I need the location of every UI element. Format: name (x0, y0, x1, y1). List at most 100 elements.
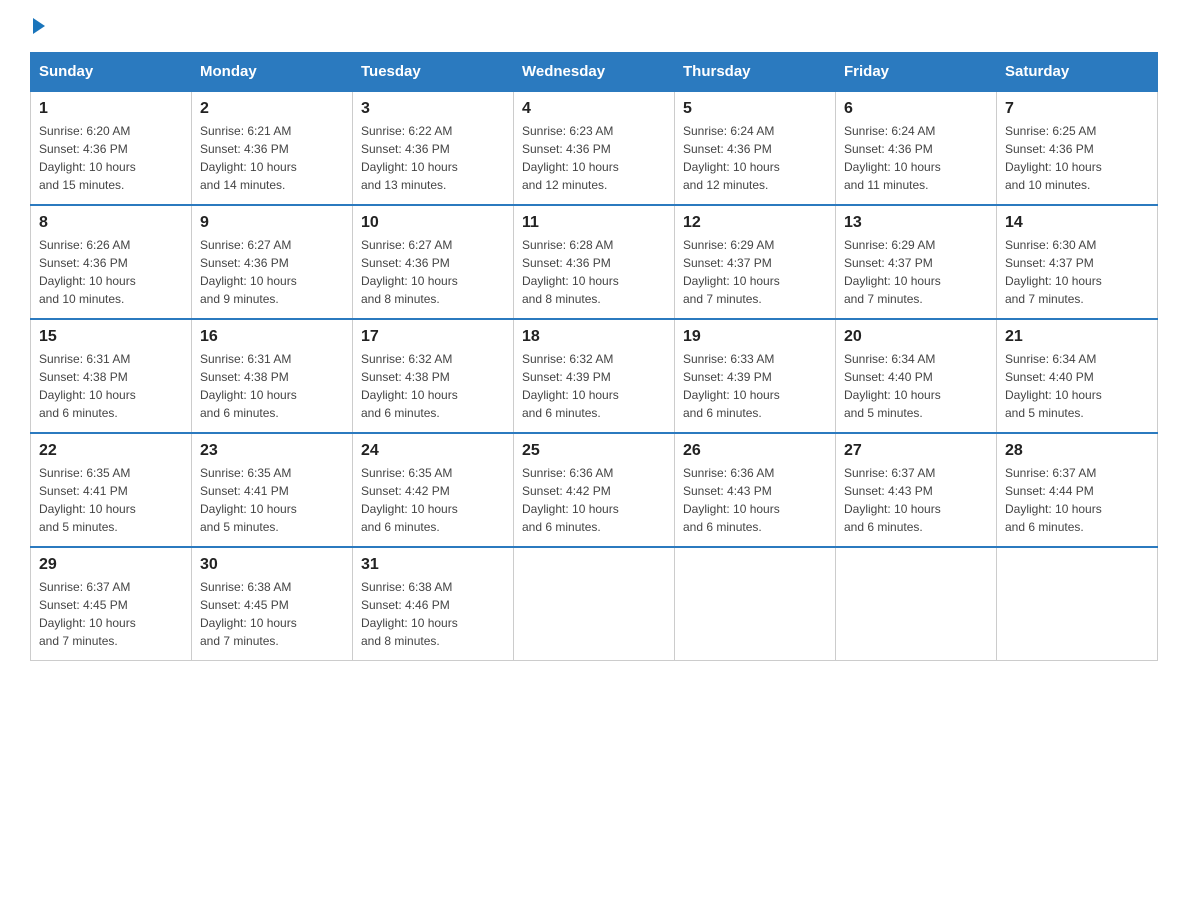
calendar-cell: 20 Sunrise: 6:34 AMSunset: 4:40 PMDaylig… (836, 319, 997, 433)
calendar-cell: 31 Sunrise: 6:38 AMSunset: 4:46 PMDaylig… (353, 547, 514, 661)
day-number: 25 (522, 442, 666, 460)
day-number: 5 (683, 100, 827, 118)
col-header-sunday: Sunday (31, 53, 192, 92)
day-info: Sunrise: 6:30 AMSunset: 4:37 PMDaylight:… (1005, 238, 1102, 306)
day-info: Sunrise: 6:33 AMSunset: 4:39 PMDaylight:… (683, 352, 780, 420)
calendar-cell: 28 Sunrise: 6:37 AMSunset: 4:44 PMDaylig… (997, 433, 1158, 547)
day-number: 17 (361, 328, 505, 346)
day-number: 28 (1005, 442, 1149, 460)
day-number: 23 (200, 442, 344, 460)
day-info: Sunrise: 6:34 AMSunset: 4:40 PMDaylight:… (844, 352, 941, 420)
day-info: Sunrise: 6:25 AMSunset: 4:36 PMDaylight:… (1005, 124, 1102, 192)
day-info: Sunrise: 6:32 AMSunset: 4:39 PMDaylight:… (522, 352, 619, 420)
calendar-cell: 25 Sunrise: 6:36 AMSunset: 4:42 PMDaylig… (514, 433, 675, 547)
day-info: Sunrise: 6:21 AMSunset: 4:36 PMDaylight:… (200, 124, 297, 192)
calendar-cell: 15 Sunrise: 6:31 AMSunset: 4:38 PMDaylig… (31, 319, 192, 433)
day-number: 31 (361, 556, 505, 574)
day-number: 11 (522, 214, 666, 232)
day-number: 8 (39, 214, 183, 232)
day-number: 15 (39, 328, 183, 346)
logo (30, 20, 45, 34)
calendar-cell: 4 Sunrise: 6:23 AMSunset: 4:36 PMDayligh… (514, 91, 675, 205)
day-info: Sunrise: 6:23 AMSunset: 4:36 PMDaylight:… (522, 124, 619, 192)
day-number: 29 (39, 556, 183, 574)
calendar-cell: 29 Sunrise: 6:37 AMSunset: 4:45 PMDaylig… (31, 547, 192, 661)
calendar-week-row: 1 Sunrise: 6:20 AMSunset: 4:36 PMDayligh… (31, 91, 1158, 205)
day-info: Sunrise: 6:27 AMSunset: 4:36 PMDaylight:… (200, 238, 297, 306)
logo-text (30, 20, 45, 34)
day-number: 6 (844, 100, 988, 118)
day-info: Sunrise: 6:35 AMSunset: 4:41 PMDaylight:… (200, 466, 297, 534)
day-number: 21 (1005, 328, 1149, 346)
day-info: Sunrise: 6:24 AMSunset: 4:36 PMDaylight:… (683, 124, 780, 192)
day-info: Sunrise: 6:38 AMSunset: 4:46 PMDaylight:… (361, 580, 458, 648)
calendar-cell: 6 Sunrise: 6:24 AMSunset: 4:36 PMDayligh… (836, 91, 997, 205)
calendar-cell: 7 Sunrise: 6:25 AMSunset: 4:36 PMDayligh… (997, 91, 1158, 205)
col-header-monday: Monday (192, 53, 353, 92)
day-number: 16 (200, 328, 344, 346)
calendar-week-row: 15 Sunrise: 6:31 AMSunset: 4:38 PMDaylig… (31, 319, 1158, 433)
col-header-saturday: Saturday (997, 53, 1158, 92)
day-number: 4 (522, 100, 666, 118)
day-number: 2 (200, 100, 344, 118)
day-number: 30 (200, 556, 344, 574)
calendar-header-row: SundayMondayTuesdayWednesdayThursdayFrid… (31, 53, 1158, 92)
day-info: Sunrise: 6:20 AMSunset: 4:36 PMDaylight:… (39, 124, 136, 192)
day-number: 27 (844, 442, 988, 460)
day-number: 20 (844, 328, 988, 346)
day-number: 1 (39, 100, 183, 118)
col-header-friday: Friday (836, 53, 997, 92)
calendar-cell (675, 547, 836, 661)
day-number: 12 (683, 214, 827, 232)
day-info: Sunrise: 6:27 AMSunset: 4:36 PMDaylight:… (361, 238, 458, 306)
calendar-cell: 2 Sunrise: 6:21 AMSunset: 4:36 PMDayligh… (192, 91, 353, 205)
calendar-cell: 26 Sunrise: 6:36 AMSunset: 4:43 PMDaylig… (675, 433, 836, 547)
day-info: Sunrise: 6:24 AMSunset: 4:36 PMDaylight:… (844, 124, 941, 192)
calendar-week-row: 22 Sunrise: 6:35 AMSunset: 4:41 PMDaylig… (31, 433, 1158, 547)
day-number: 26 (683, 442, 827, 460)
calendar-cell (836, 547, 997, 661)
day-info: Sunrise: 6:37 AMSunset: 4:44 PMDaylight:… (1005, 466, 1102, 534)
day-number: 13 (844, 214, 988, 232)
day-info: Sunrise: 6:38 AMSunset: 4:45 PMDaylight:… (200, 580, 297, 648)
day-number: 7 (1005, 100, 1149, 118)
day-number: 10 (361, 214, 505, 232)
day-info: Sunrise: 6:35 AMSunset: 4:42 PMDaylight:… (361, 466, 458, 534)
calendar-cell: 8 Sunrise: 6:26 AMSunset: 4:36 PMDayligh… (31, 205, 192, 319)
logo-blue (30, 20, 45, 34)
calendar-cell (514, 547, 675, 661)
calendar-cell: 30 Sunrise: 6:38 AMSunset: 4:45 PMDaylig… (192, 547, 353, 661)
day-info: Sunrise: 6:35 AMSunset: 4:41 PMDaylight:… (39, 466, 136, 534)
calendar-cell: 22 Sunrise: 6:35 AMSunset: 4:41 PMDaylig… (31, 433, 192, 547)
day-info: Sunrise: 6:31 AMSunset: 4:38 PMDaylight:… (200, 352, 297, 420)
day-info: Sunrise: 6:34 AMSunset: 4:40 PMDaylight:… (1005, 352, 1102, 420)
calendar-cell: 3 Sunrise: 6:22 AMSunset: 4:36 PMDayligh… (353, 91, 514, 205)
calendar-cell: 14 Sunrise: 6:30 AMSunset: 4:37 PMDaylig… (997, 205, 1158, 319)
day-info: Sunrise: 6:28 AMSunset: 4:36 PMDaylight:… (522, 238, 619, 306)
day-number: 3 (361, 100, 505, 118)
day-info: Sunrise: 6:32 AMSunset: 4:38 PMDaylight:… (361, 352, 458, 420)
day-number: 14 (1005, 214, 1149, 232)
col-header-tuesday: Tuesday (353, 53, 514, 92)
calendar-table: SundayMondayTuesdayWednesdayThursdayFrid… (30, 52, 1158, 661)
day-info: Sunrise: 6:26 AMSunset: 4:36 PMDaylight:… (39, 238, 136, 306)
day-info: Sunrise: 6:29 AMSunset: 4:37 PMDaylight:… (683, 238, 780, 306)
calendar-cell: 24 Sunrise: 6:35 AMSunset: 4:42 PMDaylig… (353, 433, 514, 547)
day-info: Sunrise: 6:36 AMSunset: 4:43 PMDaylight:… (683, 466, 780, 534)
col-header-thursday: Thursday (675, 53, 836, 92)
calendar-cell: 17 Sunrise: 6:32 AMSunset: 4:38 PMDaylig… (353, 319, 514, 433)
calendar-cell: 13 Sunrise: 6:29 AMSunset: 4:37 PMDaylig… (836, 205, 997, 319)
logo-arrow-icon (33, 18, 45, 34)
col-header-wednesday: Wednesday (514, 53, 675, 92)
calendar-cell (997, 547, 1158, 661)
day-number: 22 (39, 442, 183, 460)
calendar-cell: 10 Sunrise: 6:27 AMSunset: 4:36 PMDaylig… (353, 205, 514, 319)
day-info: Sunrise: 6:22 AMSunset: 4:36 PMDaylight:… (361, 124, 458, 192)
day-number: 19 (683, 328, 827, 346)
day-number: 9 (200, 214, 344, 232)
calendar-cell: 5 Sunrise: 6:24 AMSunset: 4:36 PMDayligh… (675, 91, 836, 205)
calendar-week-row: 29 Sunrise: 6:37 AMSunset: 4:45 PMDaylig… (31, 547, 1158, 661)
calendar-cell: 23 Sunrise: 6:35 AMSunset: 4:41 PMDaylig… (192, 433, 353, 547)
day-info: Sunrise: 6:36 AMSunset: 4:42 PMDaylight:… (522, 466, 619, 534)
day-number: 18 (522, 328, 666, 346)
